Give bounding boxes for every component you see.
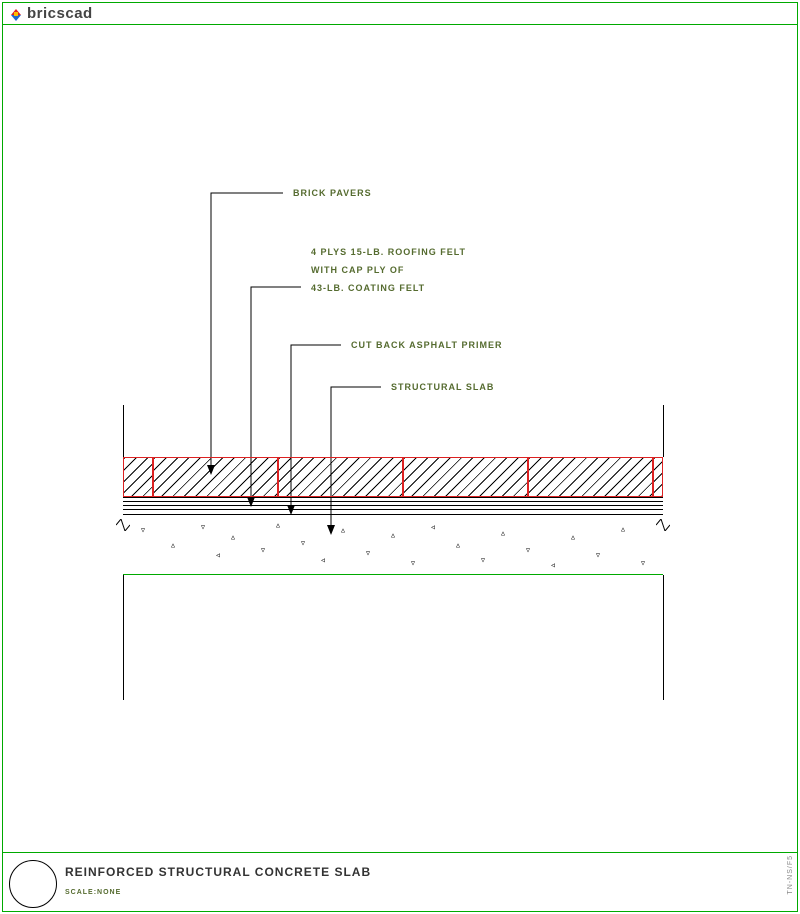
title-block: REINFORCED STRUCTURAL CONCRETE SLAB SCAL…	[3, 852, 797, 912]
label-primer: CUT BACK ASPHALT PRIMER	[351, 340, 503, 350]
wall-line-left-upper	[123, 405, 124, 457]
break-mark-left	[116, 519, 130, 531]
break-mark-right	[656, 519, 670, 531]
cad-drawing-area: BRICK PAVERS 4 PLYS 15-LB. ROOFING FELT …	[3, 25, 797, 845]
scale-note: SCALE:NONE	[65, 889, 121, 896]
label-felt-3: 43-LB. COATING FELT	[311, 283, 425, 293]
bricscad-logo-icon	[9, 7, 23, 21]
roofing-felt-layer	[123, 497, 663, 515]
wall-line-left-lower	[123, 575, 124, 700]
label-felt-2: WITH CAP PLY OF	[311, 265, 404, 275]
label-slab: STRUCTURAL SLAB	[391, 382, 494, 392]
detail-marker-circle	[9, 860, 57, 908]
label-brick-pavers: BRICK PAVERS	[293, 188, 372, 198]
cross-section: ▿ ▵ ▿ ◃ ▵ ▿ ▵ ▿ ◃ ▵ ▿ ▵ ▿ ◃ ▵ ▿ ▵ ▿ ◃ ▵ …	[123, 457, 663, 607]
app-titlebar: bricscad	[3, 3, 797, 25]
drawing-title: REINFORCED STRUCTURAL CONCRETE SLAB	[65, 865, 371, 879]
structural-slab-layer: ▿ ▵ ▿ ◃ ▵ ▿ ▵ ▿ ◃ ▵ ▿ ▵ ▿ ◃ ▵ ▿ ▵ ▿ ◃ ▵ …	[123, 515, 663, 575]
brand-name: bricscad	[27, 5, 93, 22]
drawing-id: TN-NS/F5	[787, 855, 794, 895]
label-felt-1: 4 PLYS 15-LB. ROOFING FELT	[311, 247, 466, 257]
wall-line-right-upper	[663, 405, 664, 457]
brick-paver-layer	[123, 457, 663, 497]
wall-line-right-lower	[663, 575, 664, 700]
